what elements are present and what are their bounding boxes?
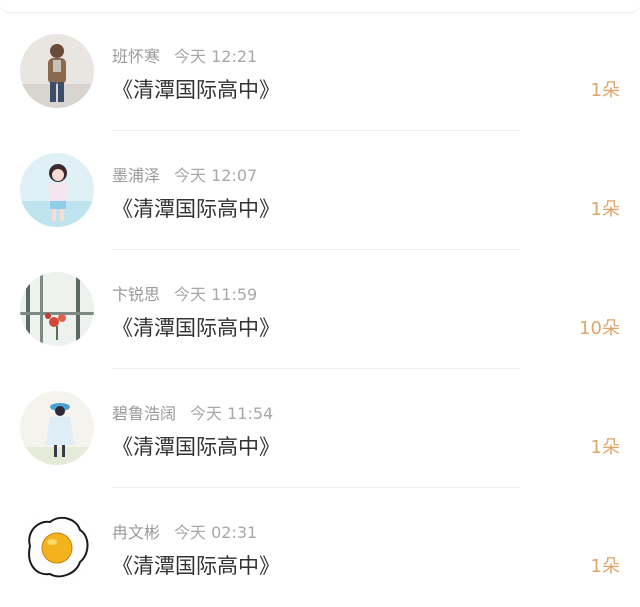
- list-item[interactable]: 卞锐思 今天 11:59 《清潭国际高中》 10朵: [0, 250, 640, 369]
- list-item[interactable]: 班怀寒 今天 12:21 《清潭国际高中》 1朵: [0, 12, 640, 131]
- message-time: 今天 12:07: [174, 166, 258, 185]
- flower-count: 1朵: [590, 437, 620, 458]
- user-name[interactable]: 卞锐思: [112, 285, 160, 304]
- book-title[interactable]: 《清潭国际高中》: [112, 74, 280, 104]
- user-avatar[interactable]: [20, 34, 94, 108]
- user-avatar[interactable]: [20, 510, 94, 584]
- girl-hat-avatar-icon: [20, 391, 94, 465]
- book-title[interactable]: 《清潭国际高中》: [112, 431, 280, 461]
- user-avatar[interactable]: [20, 391, 94, 465]
- person-avatar-icon: [20, 34, 94, 108]
- list-item[interactable]: 冉文彬 今天 02:31 《清潭国际高中》 1朵: [0, 488, 640, 607]
- message-meta: 卞锐思 今天 11:59: [112, 281, 257, 305]
- gift-message-list: 班怀寒 今天 12:21 《清潭国际高中》 1朵 墨浦泽 今天 12:07 《清潭国…: [0, 12, 640, 607]
- list-item[interactable]: 碧鲁浩阔 今天 11:54 《清潭国际高中》 1朵: [0, 369, 640, 488]
- user-name[interactable]: 冉文彬: [112, 523, 160, 542]
- message-meta: 班怀寒 今天 12:21: [112, 43, 257, 67]
- user-avatar[interactable]: [20, 153, 94, 227]
- user-name[interactable]: 墨浦泽: [112, 166, 160, 185]
- anime-girl-avatar-icon: [20, 153, 94, 227]
- user-avatar[interactable]: [20, 272, 94, 346]
- user-name[interactable]: 班怀寒: [112, 47, 160, 66]
- flower-count: 10朵: [579, 318, 620, 339]
- book-title[interactable]: 《清潭国际高中》: [112, 550, 280, 580]
- flower-count: 1朵: [590, 556, 620, 577]
- message-time: 今天 11:54: [190, 404, 274, 423]
- message-meta: 墨浦泽 今天 12:07: [112, 162, 257, 186]
- list-item[interactable]: 墨浦泽 今天 12:07 《清潭国际高中》 1朵: [0, 131, 640, 250]
- flower-window-avatar-icon: [20, 272, 94, 346]
- flower-count: 1朵: [590, 199, 620, 220]
- message-meta: 碧鲁浩阔 今天 11:54: [112, 400, 273, 424]
- message-meta: 冉文彬 今天 02:31: [112, 519, 257, 543]
- book-title[interactable]: 《清潭国际高中》: [112, 193, 280, 223]
- flower-count: 1朵: [590, 80, 620, 101]
- book-title[interactable]: 《清潭国际高中》: [112, 312, 280, 342]
- fried-egg-avatar-icon: [20, 510, 94, 584]
- message-time: 今天 11:59: [174, 285, 258, 304]
- user-name[interactable]: 碧鲁浩阔: [112, 404, 176, 423]
- message-time: 今天 02:31: [174, 523, 258, 542]
- message-time: 今天 12:21: [174, 47, 258, 66]
